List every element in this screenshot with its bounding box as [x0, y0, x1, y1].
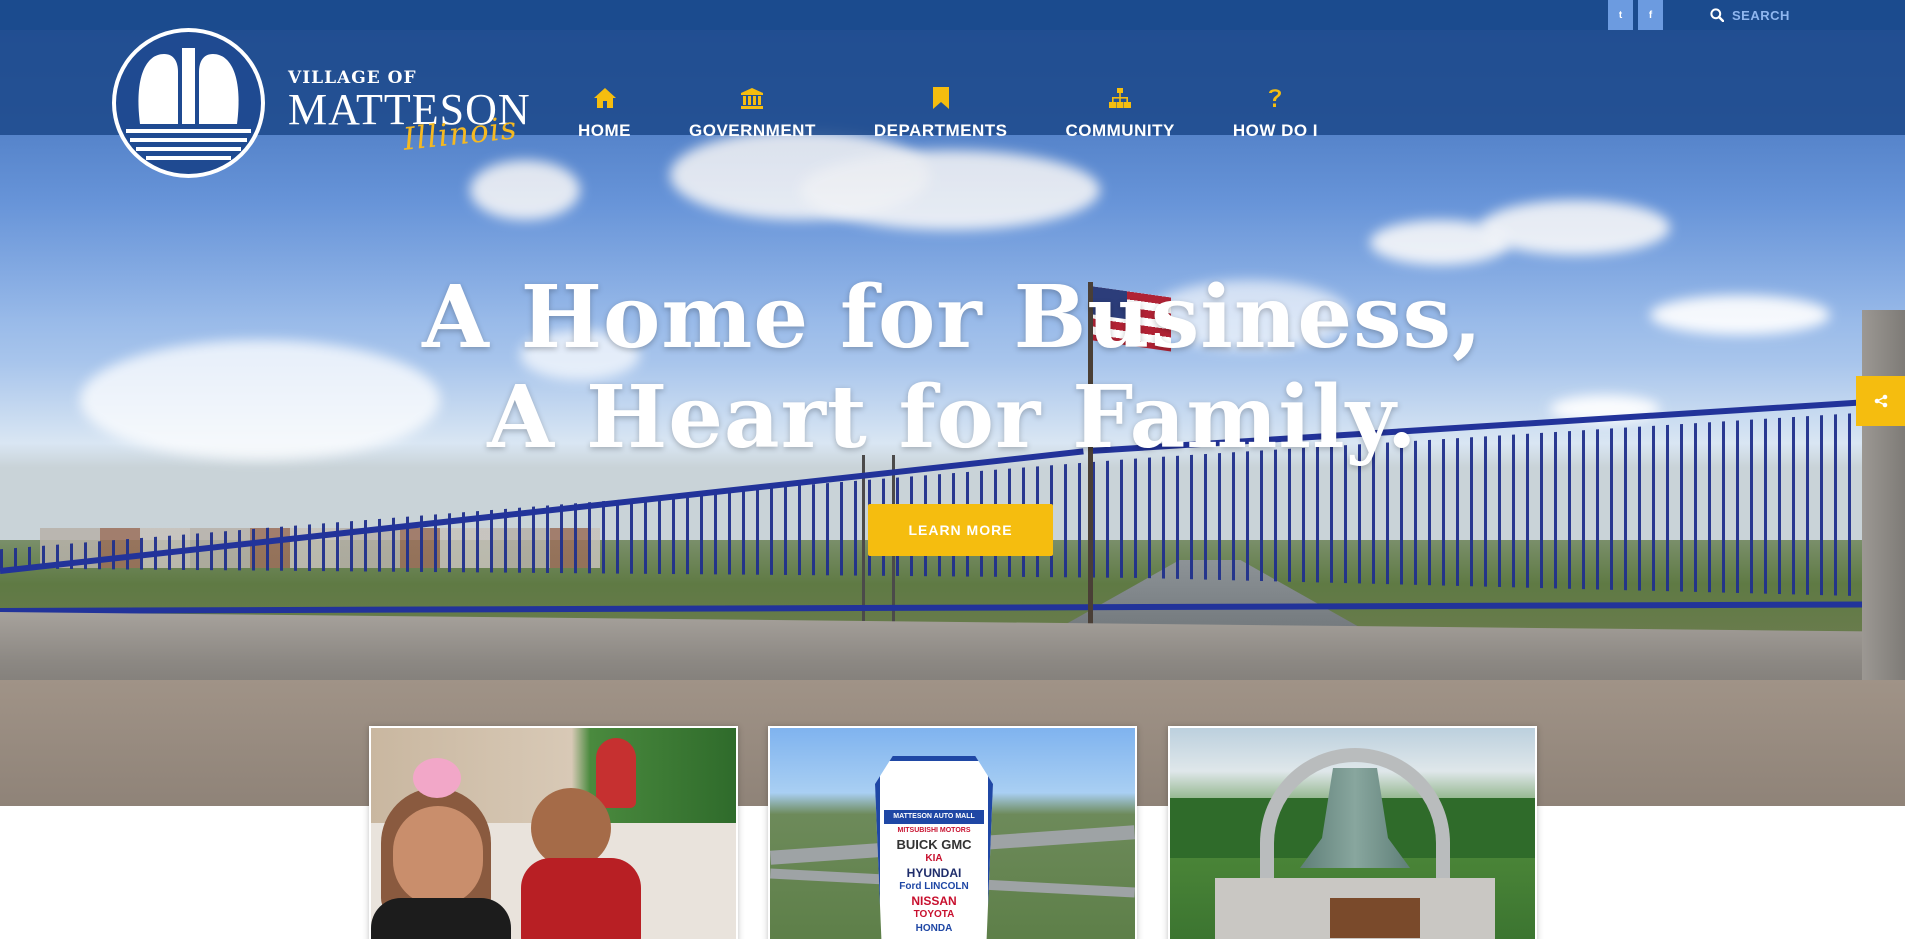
- sitemap-icon: [1106, 85, 1134, 111]
- bell-card[interactable]: [1168, 726, 1537, 939]
- learn-more-button[interactable]: LEARN MORE: [868, 504, 1053, 556]
- top-utility-bar: t f SEARCH: [0, 0, 1905, 30]
- nav-item-community[interactable]: COMMUNITY: [1065, 85, 1174, 141]
- main-navigation: HOME GOVERNMENT DEPARTMENTS COMMUNITY HO…: [578, 85, 1318, 141]
- nav-item-how-do-i[interactable]: HOW DO I: [1233, 85, 1318, 141]
- bookmark-icon: [927, 85, 955, 111]
- home-icon: [591, 85, 619, 111]
- village-seal-mark: [126, 48, 251, 160]
- main-header: VILLAGE OF MATTESON Illinois HOME GOVERN…: [0, 30, 1905, 158]
- hero-headline-line1: A Home for Business,: [422, 267, 1483, 368]
- question-icon: [1261, 85, 1289, 111]
- bell-monument-photo: [1170, 728, 1535, 939]
- sign-text-1: MATTESON AUTO MALL: [884, 810, 984, 824]
- nav-item-home[interactable]: HOME: [578, 85, 631, 141]
- sign-text-6: Ford LINCOLN: [899, 881, 969, 892]
- auto-mall-photo: MATTESON AUTO MALL MITSUBISHI MOTORS BUI…: [770, 728, 1135, 939]
- sign-text-3: BUICK GMC: [896, 837, 972, 852]
- nav-label: HOME: [578, 121, 631, 140]
- sign-text-2: MITSUBISHI MOTORS: [897, 827, 971, 834]
- facebook-icon: f: [1648, 9, 1653, 21]
- sign-text-9: HONDA: [915, 923, 953, 934]
- auto-mall-card[interactable]: MATTESON AUTO MALL MITSUBISHI MOTORS BUI…: [768, 726, 1137, 939]
- children-card[interactable]: [369, 726, 738, 939]
- children-photo: [371, 728, 736, 939]
- sign-text-8: TOYOTA: [913, 909, 955, 920]
- sign-text-4: KIA: [925, 853, 943, 864]
- nav-label: GOVERNMENT: [689, 121, 816, 140]
- facebook-button[interactable]: f: [1638, 0, 1663, 30]
- share-icon: [1874, 394, 1887, 408]
- search-button[interactable]: SEARCH: [1710, 0, 1790, 30]
- search-label: SEARCH: [1732, 7, 1790, 23]
- twitter-icon: t: [1618, 9, 1623, 21]
- nav-label: HOW DO I: [1232, 121, 1319, 140]
- share-button[interactable]: [1856, 376, 1905, 426]
- nav-item-government[interactable]: GOVERNMENT: [689, 85, 816, 141]
- sign-text-5: HYUNDAI: [906, 866, 962, 880]
- government-building-icon: [738, 85, 766, 111]
- hero-headline: A Home for Business, A Heart for Family.: [0, 268, 1905, 468]
- village-seal-logo[interactable]: [112, 28, 265, 178]
- hero-headline-line2: A Heart for Family.: [487, 367, 1418, 468]
- nav-label: COMMUNITY: [1065, 121, 1175, 140]
- sign-text-7: NISSAN: [911, 894, 957, 908]
- nav-label: DEPARTMENTS: [873, 121, 1008, 140]
- nav-item-departments[interactable]: DEPARTMENTS: [874, 85, 1008, 141]
- site-wordmark[interactable]: VILLAGE OF MATTESON Illinois: [288, 68, 531, 158]
- twitter-button[interactable]: t: [1608, 0, 1633, 30]
- search-icon: [1710, 8, 1724, 22]
